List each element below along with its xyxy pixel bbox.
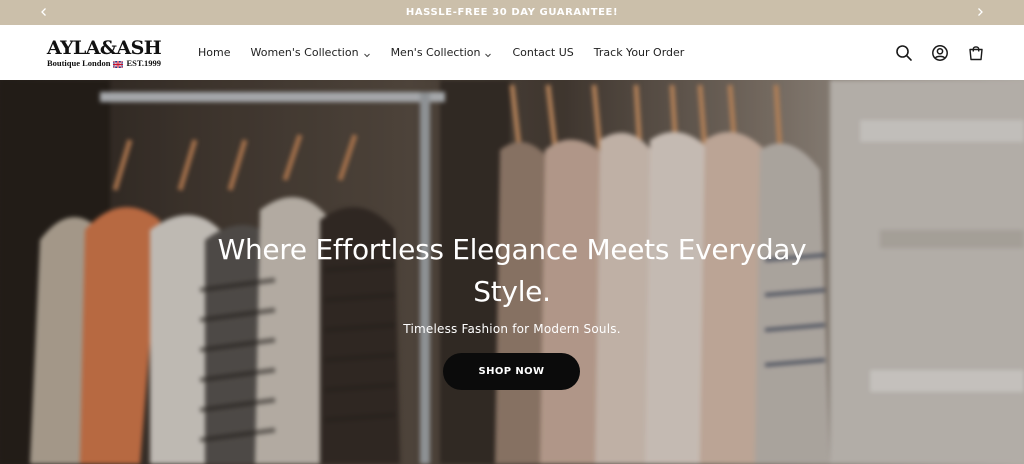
account-icon[interactable] xyxy=(929,42,951,64)
hero-subtitle: Timeless Fashion for Modern Souls. xyxy=(403,322,621,336)
announcement-bar: HASSLE-FREE 30 DAY GUARANTEE! xyxy=(0,0,1024,25)
brand-tagline: Boutique London EST.1999 xyxy=(46,58,162,69)
chevron-down-icon xyxy=(484,49,492,57)
nav-item-label: Home xyxy=(198,46,231,59)
header-actions xyxy=(893,42,987,64)
chevron-down-icon xyxy=(363,49,371,57)
chevron-right-icon[interactable] xyxy=(972,4,988,20)
nav-item-label: Track Your Order xyxy=(593,46,685,59)
main-nav: Home Women's Collection Men's Collection… xyxy=(198,25,704,80)
uk-flag-icon xyxy=(113,59,124,69)
nav-item-contact-us[interactable]: Contact US xyxy=(512,46,573,59)
nav-item-track-order[interactable]: Track Your Order xyxy=(594,46,685,59)
chevron-left-icon[interactable] xyxy=(36,4,52,20)
brand-logo[interactable]: AYLA&ASH Boutique London EST.1999 xyxy=(40,38,168,70)
nav-item-label: Women's Collection xyxy=(250,46,359,59)
brand-name: AYLA&ASH xyxy=(46,37,162,59)
nav-item-label: Contact US xyxy=(512,46,574,59)
search-icon[interactable] xyxy=(893,42,915,64)
hero-banner: Where Effortless Elegance Meets Everyday… xyxy=(0,80,1024,464)
shop-now-button[interactable]: SHOP NOW xyxy=(443,353,580,390)
site-header: AYLA&ASH Boutique London EST.1999 Home W… xyxy=(0,25,1024,80)
hero-title: Where Effortless Elegance Meets Everyday… xyxy=(217,233,807,308)
announcement-text: HASSLE-FREE 30 DAY GUARANTEE! xyxy=(405,7,619,18)
brand-tagline-right: EST.1999 xyxy=(126,58,162,68)
nav-item-womens-collection[interactable]: Women's Collection xyxy=(250,46,370,59)
brand-tagline-left: Boutique London xyxy=(46,58,111,68)
nav-item-home[interactable]: Home xyxy=(198,46,230,59)
nav-item-mens-collection[interactable]: Men's Collection xyxy=(391,46,493,59)
nav-item-label: Men's Collection xyxy=(390,46,481,59)
cart-icon[interactable] xyxy=(965,42,987,64)
